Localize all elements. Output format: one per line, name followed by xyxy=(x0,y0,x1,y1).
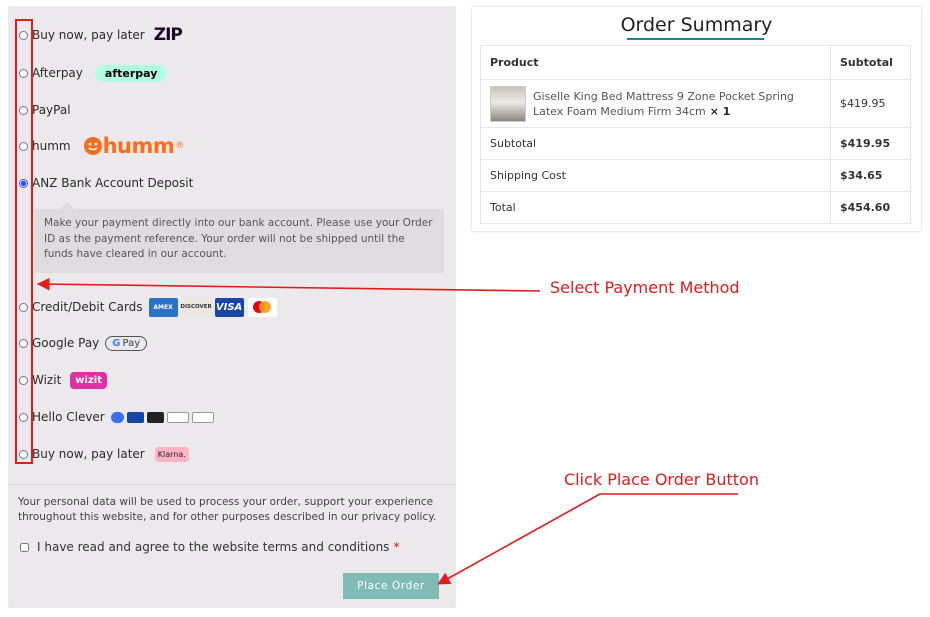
annotation-click-place-order: Click Place Order Button xyxy=(564,470,759,489)
annotation-select-payment: Select Payment Method xyxy=(550,278,740,297)
arrow-to-payment-methods xyxy=(36,277,541,292)
annotation-arrows xyxy=(36,277,738,585)
arrow-to-place-order xyxy=(437,493,601,585)
checkout-screen: Buy now, pay later ZIP Afterpay afterpay… xyxy=(0,0,930,617)
